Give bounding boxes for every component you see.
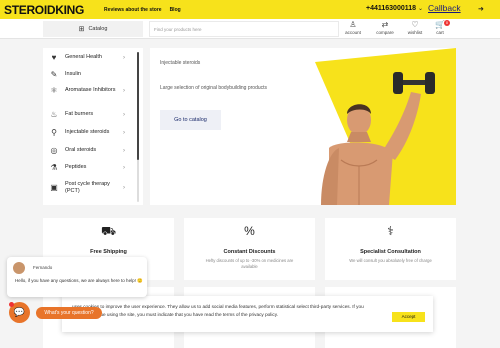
benefit-title: Free Shipping [90,249,127,255]
benefit-title: Constant Discounts [223,249,276,255]
sidebar-item-insulin[interactable]: ✎ Insulin [43,70,133,79]
chevron-right-icon: › [123,147,125,154]
top-bar: STEROIDKING Reviews about the store Blog… [0,0,500,19]
reviews-link[interactable]: Reviews about the store [104,7,162,13]
cart-button[interactable]: 🛒 cart 0 [425,20,455,35]
catalog-button[interactable]: ⊞ Catalog [43,21,143,37]
sidebar-item-label: Injectable steroids [65,129,110,136]
molecule-icon: ⚛ [50,86,58,95]
logo[interactable]: STEROIDKING [4,3,84,17]
compare-arrows-icon: ⇄ [381,20,389,29]
cart-badge: 0 [444,20,450,26]
blog-link[interactable]: Blog [170,7,181,13]
arrow-right-icon: ➜ [478,6,484,13]
capsule-icon: ▣ [50,183,58,192]
chevron-right-icon: › [123,111,125,118]
chat-question-button[interactable]: What's your question? [36,307,102,319]
injection-icon: ⚲ [51,128,57,137]
accept-cookies-button[interactable]: Accept [392,312,425,322]
benefit-specialist-consultation: ⚕ Specialist Consultation We will consul… [325,218,456,280]
nav-bar: ⊞ Catalog Find your products here ♙ acco… [0,19,500,39]
avatar [13,262,25,274]
hero-title: Injectable steroids [160,60,201,66]
benefit-desc: We will consult you absolutely free of c… [349,258,432,263]
pills-icon: ◎ [50,146,58,155]
compare-label: compare [376,30,394,35]
chevron-right-icon: › [123,54,125,61]
sidebar-item-injectable-steroids[interactable]: ⚲ Injectable steroids › [43,128,133,137]
chevron-right-icon: › [123,129,125,136]
phone-number[interactable]: +441163000118 [366,5,416,12]
syringe-icon: ✎ [50,70,58,79]
sidebar-item-pct[interactable]: ▣ Post cycle therapy (PCT) › [43,181,133,194]
heart-pulse-icon: ♥ [51,53,57,62]
go-to-catalog-button[interactable]: Go to catalog [160,110,221,130]
vial-icon: ⚗ [50,163,58,172]
catalog-label: Catalog [88,26,108,32]
cart-icon: 🛒 [435,20,445,29]
chevron-down-icon[interactable]: ⌄ [418,5,423,12]
truck-icon: ⛟ [100,224,117,238]
scrollbar-thumb[interactable] [137,52,139,160]
chat-agent-name: Fernando [33,265,53,270]
hero-image [315,48,456,205]
sidebar-item-oral-steroids[interactable]: ◎ Oral steroids › [43,146,133,155]
sidebar-item-label: Fat burners [65,111,94,118]
sidebar-item-label: Peptides [65,164,87,171]
cookie-banner: uses cookies to improve the user experie… [62,296,433,332]
benefit-desc: Hefty discounts of up to -30% on medicin… [205,258,294,269]
sidebar-item-label: Aromatase Inhibitors [65,87,116,94]
sidebar-item-label: Oral steroids [65,147,97,154]
cookie-text: uses cookies to improve the user experie… [72,304,364,317]
sidebar-item-label: General Health [65,54,102,61]
chevron-right-icon: › [123,164,125,171]
grid-icon: ⊞ [78,26,85,33]
chevron-right-icon: › [123,184,125,191]
chat-message: Hello, if you have any questions, we are… [15,278,143,283]
cart-label: cart [436,30,444,35]
hero-subtitle: Large selection of original bodybuilding… [160,85,268,91]
chevron-right-icon: › [123,87,125,94]
discount-tag-icon: % [244,224,255,238]
sidebar-item-label: Post cycle therapy (PCT) [65,181,110,194]
sidebar-item-general-health[interactable]: ♥ General Health › [43,53,133,62]
compare-button[interactable]: ⇄ compare [370,20,400,35]
search-input[interactable]: Find your products here [149,21,339,37]
sidebar-item-fat-burners[interactable]: ♨ Fat burners › [43,110,133,119]
user-icon: ♙ [349,20,357,29]
account-label: account [345,30,361,35]
benefit-constant-discounts: % Constant Discounts Hefty discounts of … [184,218,315,280]
flame-icon: ♨ [50,110,58,119]
hero-banner: Injectable steroids Large selection of o… [150,48,456,205]
chat-popup[interactable]: Fernando Hello, if you have any question… [7,257,147,297]
account-button[interactable]: ♙ account [338,20,368,35]
category-sidebar: ♥ General Health › ✎ Insulin ⚛ Aromatase… [43,48,143,205]
sidebar-item-label: Insulin [65,71,81,78]
doctor-icon: ⚕ [387,224,394,238]
benefit-title: Specialist Consultation [360,249,421,255]
notification-dot [9,302,14,307]
sidebar-item-peptides[interactable]: ⚗ Peptides › [43,163,133,172]
sidebar-item-aromatase-inhibitors[interactable]: ⚛ Aromatase Inhibitors › [43,86,133,95]
callback-link[interactable]: Callback [428,3,461,13]
